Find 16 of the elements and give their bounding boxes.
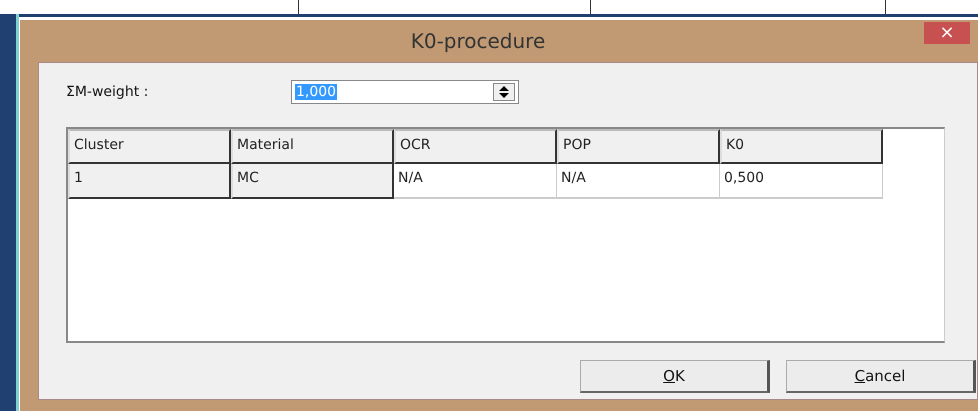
table-cell: MC xyxy=(231,164,394,199)
table-cell: N/A xyxy=(557,164,720,199)
field-label: ΣM-weight : xyxy=(66,84,150,100)
close-button[interactable]: × xyxy=(924,22,970,44)
table-cell: N/A xyxy=(394,164,557,199)
column-header: K0 xyxy=(720,129,883,164)
spin-arrows-icon[interactable] xyxy=(493,83,515,101)
table-cell: 1 xyxy=(68,164,231,199)
column-header: POP xyxy=(557,129,720,164)
column-header: OCR xyxy=(394,129,557,164)
column-header: Cluster xyxy=(68,129,231,164)
ok-button[interactable]: OK xyxy=(580,360,770,393)
table-cell: 0,500 xyxy=(720,164,883,199)
column-header: Material xyxy=(231,129,394,164)
window-title: K0-procedure xyxy=(410,29,546,53)
cancel-button[interactable]: Cancel xyxy=(786,360,976,393)
